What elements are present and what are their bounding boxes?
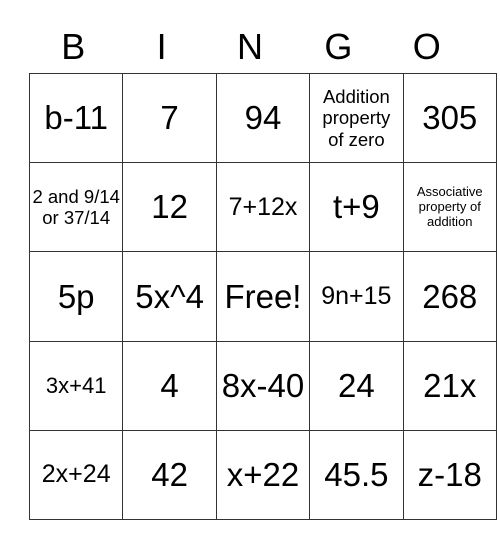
bingo-cell[interactable]: 9n+15 bbox=[309, 251, 404, 342]
bingo-cell[interactable]: b-11 bbox=[28, 72, 124, 164]
bingo-cell[interactable]: 7+12x bbox=[215, 162, 311, 253]
bingo-cell[interactable]: 21x bbox=[402, 340, 497, 431]
bingo-row: 2 and 9/14 or 37/14 12 7+12x t+9 Associative… bbox=[28, 162, 497, 253]
bingo-cell[interactable]: 268 bbox=[402, 251, 497, 342]
bingo-cell[interactable]: 3x+41 bbox=[28, 340, 124, 431]
bingo-row: 5p 5x^4 Free! 9n+15 268 bbox=[28, 251, 497, 342]
bingo-cell[interactable]: x+22 bbox=[215, 429, 311, 520]
header-letter: O bbox=[412, 26, 441, 67]
bingo-cell[interactable]: Free! bbox=[215, 251, 311, 342]
bingo-cell[interactable]: 7 bbox=[122, 72, 217, 164]
bingo-cell[interactable]: 24 bbox=[309, 340, 404, 431]
header-letter: B bbox=[61, 26, 86, 67]
bingo-card: b-11 7 94 Addition property of zero 305 2 and… bbox=[28, 72, 497, 520]
bingo-cell[interactable]: t+9 bbox=[309, 162, 404, 253]
bingo-cell[interactable]: 12 bbox=[122, 162, 217, 253]
bingo-cell[interactable]: 2 and 9/14 or 37/14 bbox=[28, 162, 124, 253]
bingo-row: 2x+24 42 x+22 45.5 z-18 bbox=[28, 429, 497, 520]
bingo-cell[interactable]: 4 bbox=[122, 340, 217, 431]
bingo-row: 3x+41 4 8x-40 24 21x bbox=[28, 340, 497, 431]
bingo-cell[interactable]: 94 bbox=[215, 72, 311, 164]
bingo-cell[interactable]: Addition property of zero bbox=[309, 72, 404, 164]
bingo-cell[interactable]: Associative property of addition bbox=[402, 162, 497, 253]
bingo-cell[interactable]: z-18 bbox=[402, 429, 497, 520]
header-letter: I bbox=[156, 26, 167, 67]
bingo-cell[interactable]: 8x-40 bbox=[215, 340, 311, 431]
bingo-header: B I N G O bbox=[29, 22, 471, 72]
bingo-cell[interactable]: 5x^4 bbox=[122, 251, 217, 342]
header-letter: N bbox=[236, 26, 263, 67]
bingo-cell[interactable]: 305 bbox=[402, 72, 497, 164]
bingo-cell[interactable]: 2x+24 bbox=[28, 429, 124, 520]
bingo-cell[interactable]: 42 bbox=[122, 429, 217, 520]
header-letter: G bbox=[324, 26, 353, 67]
bingo-cell[interactable]: 5p bbox=[28, 251, 124, 342]
bingo-cell[interactable]: 45.5 bbox=[309, 429, 404, 520]
bingo-row: b-11 7 94 Addition property of zero 305 bbox=[28, 72, 497, 164]
